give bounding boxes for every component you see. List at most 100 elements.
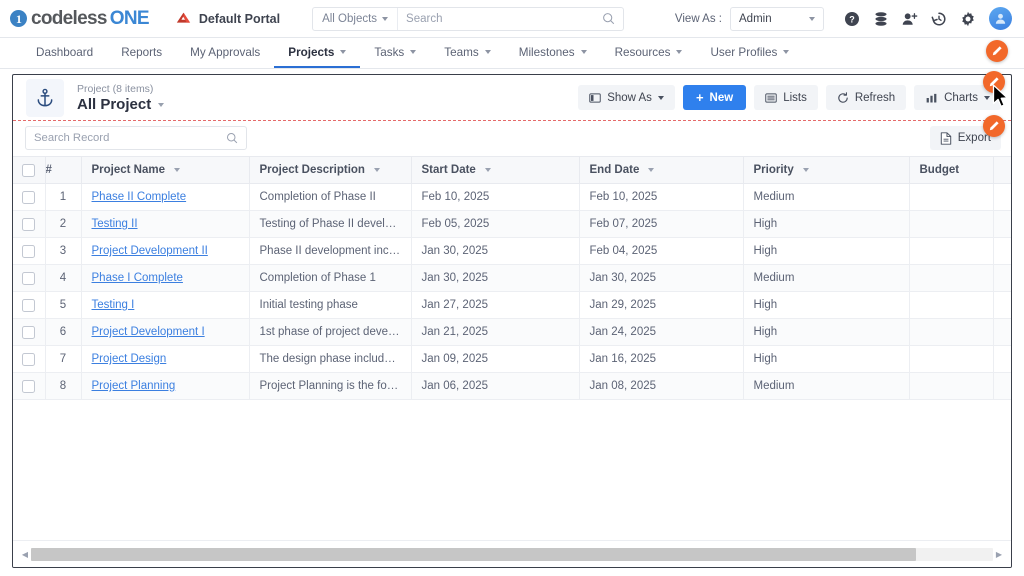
scrollbar-track[interactable] <box>31 547 993 561</box>
row-checkbox[interactable] <box>22 325 36 339</box>
cell-start: Jan 27, 2025 <box>411 291 580 319</box>
edit-badge-charts[interactable] <box>983 71 1005 93</box>
column-header-start[interactable]: Start Date <box>411 156 580 184</box>
add-user-icon[interactable] <box>902 11 918 27</box>
edit-badge-toolbar-top[interactable] <box>986 40 1008 62</box>
project-name-link[interactable]: Phase I Complete <box>92 272 183 284</box>
sort-caret-icon[interactable] <box>174 168 181 172</box>
view-as-dropdown[interactable]: Admin <box>730 6 824 31</box>
scroll-left-arrow[interactable]: ◀ <box>19 550 31 559</box>
row-checkbox[interactable] <box>22 352 36 366</box>
portal-name: Default Portal <box>198 11 281 26</box>
project-name-link[interactable]: Project Design <box>92 353 167 365</box>
scrollbar-thumb[interactable] <box>31 547 917 561</box>
nav-item-teams[interactable]: Teams <box>430 38 504 68</box>
nav-item-dashboard[interactable]: Dashboard <box>22 38 107 68</box>
nav-item-tasks[interactable]: Tasks <box>360 38 430 68</box>
cell-name: Testing I <box>81 291 250 319</box>
project-name-link[interactable]: Testing I <box>92 299 135 311</box>
user-icon <box>995 13 1006 24</box>
table-row[interactable]: 6 Project Development I 1st phase of proje… <box>13 318 1011 346</box>
cell-budget <box>909 210 994 238</box>
project-name-link[interactable]: Project Development I <box>92 326 205 338</box>
project-name-link[interactable]: Testing II <box>92 218 138 230</box>
row-actions-cell: ··· <box>993 318 1011 346</box>
nav-item-reports[interactable]: Reports <box>107 38 176 68</box>
table-row[interactable]: 1 Phase II Complete Completion of Phase II… <box>13 183 1011 211</box>
nav-item-user-profiles[interactable]: User Profiles <box>696 38 803 68</box>
charts-label: Charts <box>944 91 978 104</box>
nav-item-my-approvals[interactable]: My Approvals <box>176 38 274 68</box>
column-header-name[interactable]: Project Name <box>81 156 250 184</box>
project-name-link[interactable]: Phase II Complete <box>92 191 187 203</box>
view-as-control: View As : Admin <box>675 6 824 31</box>
help-icon[interactable]: ? <box>844 11 860 27</box>
portal-selector[interactable]: Default Portal <box>175 11 280 26</box>
scroll-right-arrow[interactable]: ▶ <box>993 550 1005 559</box>
cell-start: Jan 06, 2025 <box>411 372 580 400</box>
nav-item-milestones[interactable]: Milestones <box>505 38 601 68</box>
cell-priority: Medium <box>743 372 910 400</box>
view-selector[interactable]: All Project <box>77 96 165 114</box>
cell-budget <box>909 264 994 292</box>
global-search[interactable]: All Objects <box>312 6 625 31</box>
select-all-checkbox[interactable] <box>22 163 36 177</box>
column-header-end[interactable]: End Date <box>579 156 744 184</box>
chevron-down-icon <box>340 50 347 54</box>
sort-caret-icon[interactable] <box>802 168 809 172</box>
row-checkbox-cell <box>13 291 46 319</box>
sort-caret-icon[interactable] <box>648 168 655 172</box>
sort-caret-icon[interactable] <box>373 168 380 172</box>
row-checkbox[interactable] <box>22 379 36 393</box>
column-header-actions <box>993 156 1011 184</box>
table-row[interactable]: 4 Phase I Complete Completion of Phase 1 Ja… <box>13 264 1011 292</box>
cell-num: 5 <box>45 291 82 319</box>
row-checkbox[interactable] <box>22 298 36 312</box>
nav-item-projects[interactable]: Projects <box>274 38 361 68</box>
record-search[interactable] <box>25 126 247 150</box>
row-checkbox[interactable] <box>22 271 36 285</box>
logo-text-secondary: ONE <box>109 7 150 29</box>
sort-caret-icon[interactable] <box>484 168 491 172</box>
project-name-link[interactable]: Project Development II <box>92 245 208 257</box>
chevron-down-icon <box>484 50 491 54</box>
table-row[interactable]: 3 Project Development II Phase II developm… <box>13 237 1011 265</box>
records-table-scroll[interactable]: # Project Name Project Description Start Da… <box>13 156 1011 539</box>
object-filter-dropdown[interactable]: All Objects <box>313 7 399 30</box>
project-name-link[interactable]: Project Planning <box>92 380 176 392</box>
table-row[interactable]: 5 Testing I Initial testing phase Jan 27, 2… <box>13 291 1011 319</box>
user-avatar[interactable] <box>989 7 1012 30</box>
refresh-icon <box>838 91 848 103</box>
module-toolbar: Project (8 items) All Project Show As + … <box>13 75 1011 121</box>
chevron-down-icon <box>410 50 417 54</box>
horizontal-scrollbar[interactable]: ◀ ▶ <box>13 540 1011 567</box>
history-icon[interactable] <box>931 11 947 27</box>
row-checkbox[interactable] <box>22 244 36 258</box>
app-logo[interactable]: 1 codeless ONE <box>10 7 150 30</box>
cell-desc: Initial testing phase <box>249 291 412 319</box>
column-header-desc[interactable]: Project Description <box>249 156 412 184</box>
row-checkbox[interactable] <box>22 190 36 204</box>
row-checkbox[interactable] <box>22 217 36 231</box>
chevron-down-icon <box>984 95 990 100</box>
column-header-priority[interactable]: Priority <box>743 156 910 184</box>
chevron-down-icon <box>676 50 683 54</box>
cell-end: Jan 08, 2025 <box>579 372 744 400</box>
lists-button[interactable]: Lists <box>754 85 818 110</box>
table-row[interactable]: 8 Project Planning Project Planning is the… <box>13 372 1011 400</box>
row-checkbox-cell <box>13 318 46 346</box>
table-row[interactable]: 7 Project Design The design phase includes… <box>13 345 1011 373</box>
global-search-input[interactable] <box>398 12 603 25</box>
nav-item-label: Teams <box>444 45 479 59</box>
refresh-button[interactable]: Refresh <box>825 85 907 110</box>
cell-desc: Completion of Phase 1 <box>249 264 412 292</box>
search-record-input[interactable] <box>34 132 226 144</box>
edit-badge-export[interactable] <box>983 115 1005 137</box>
object-filter-label: All Objects <box>322 12 378 25</box>
settings-gear-icon[interactable] <box>960 11 976 27</box>
table-row[interactable]: 2 Testing II Testing of Phase II developme… <box>13 210 1011 238</box>
nav-item-resources[interactable]: Resources <box>601 38 697 68</box>
show-as-button[interactable]: Show As <box>578 85 675 110</box>
database-icon[interactable] <box>873 11 889 27</box>
new-button[interactable]: + New <box>682 85 747 110</box>
